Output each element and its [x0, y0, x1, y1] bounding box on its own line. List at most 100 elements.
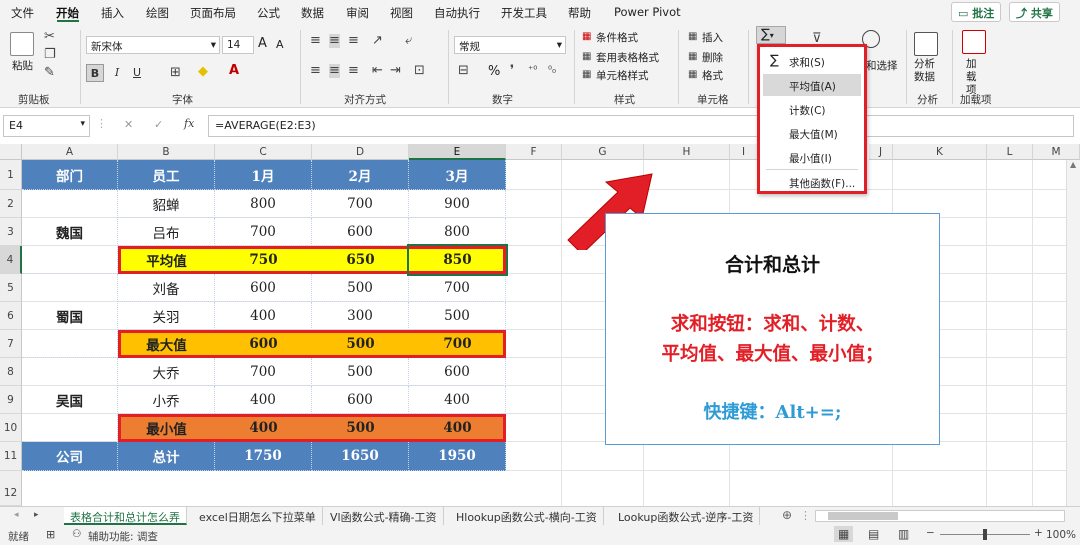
col-header-j[interactable]: J — [869, 144, 893, 160]
page-layout-view-icon[interactable]: ▤ — [868, 527, 879, 541]
menu-item-more-functions[interactable]: 其他函数(F)... — [763, 171, 861, 193]
table-cell[interactable]: 700 — [215, 218, 312, 246]
name-box[interactable]: E4 ▾ — [3, 115, 90, 137]
row-header-7[interactable]: 7 — [0, 330, 22, 358]
row-header-4[interactable]: 4 — [0, 246, 22, 274]
menu-item-count[interactable]: 计数(C) — [763, 98, 861, 120]
bold-button[interactable]: B — [86, 64, 104, 82]
total-value-cell[interactable]: 1950 — [409, 442, 506, 471]
average-value-cell[interactable]: 750 — [215, 246, 312, 274]
col-header-i[interactable]: I — [730, 144, 758, 160]
table-cell[interactable]: 600 — [409, 358, 506, 386]
prev-sheet-icon[interactable]: ◂ — [14, 510, 19, 520]
menu-automate[interactable]: 自动执行 — [434, 5, 480, 21]
analyze-data-button[interactable]: 分析数据 — [914, 58, 942, 84]
menu-review[interactable]: 审阅 — [346, 5, 369, 21]
align-right-icon[interactable]: ≡ — [348, 64, 359, 78]
col-header-a[interactable]: A — [22, 144, 118, 160]
max-value-cell[interactable]: 700 — [409, 330, 506, 358]
group-cell[interactable]: 蜀国 — [22, 274, 118, 358]
table-cell[interactable]: 900 — [409, 190, 506, 218]
table-header-cell[interactable]: 员工 — [118, 160, 215, 190]
vertical-scrollbar[interactable]: ▲ — [1066, 160, 1080, 506]
min-value-cell[interactable]: 400 — [409, 414, 506, 442]
percent-button[interactable]: % — [488, 64, 500, 79]
col-header-f[interactable]: F — [506, 144, 562, 160]
col-header-d[interactable]: D — [312, 144, 409, 160]
grow-font-button[interactable]: A — [258, 36, 267, 51]
col-header-m[interactable]: M — [1033, 144, 1080, 160]
table-cell[interactable]: 400 — [215, 302, 312, 330]
row-header-9[interactable]: 9 — [0, 386, 22, 414]
min-value-cell[interactable]: 400 — [215, 414, 312, 442]
comment-button[interactable]: ▭ 批注 — [951, 2, 1002, 22]
menu-page-layout[interactable]: 页面布局 — [190, 5, 236, 21]
menu-file[interactable]: 文件 — [11, 5, 34, 21]
max-label-cell[interactable]: 最大值 — [118, 330, 215, 358]
zoom-level[interactable]: 100% — [1046, 529, 1076, 541]
table-cell[interactable]: 刘备 — [118, 274, 215, 302]
menu-view[interactable]: 视图 — [390, 5, 413, 21]
col-header-c[interactable]: C — [215, 144, 312, 160]
underline-button[interactable]: U — [128, 64, 146, 82]
format-painter-icon[interactable]: ✎ — [44, 66, 55, 80]
menu-home[interactable]: 开始 — [56, 5, 79, 21]
menu-developer[interactable]: 开发工具 — [501, 5, 547, 21]
menu-item-min[interactable]: 最小值(I) — [763, 146, 861, 168]
number-format-select[interactable]: 常规 ▾ — [454, 36, 566, 54]
total-value-cell[interactable]: 1750 — [215, 442, 312, 471]
italic-button[interactable]: I — [108, 64, 126, 82]
sheet-tab[interactable]: Vl函数公式-精确-工资 — [324, 507, 444, 525]
font-name-select[interactable]: 新宋体 ▾ — [86, 36, 220, 54]
row-header-5[interactable]: 5 — [0, 274, 22, 302]
table-cell[interactable]: 400 — [409, 386, 506, 414]
table-cell[interactable]: 700 — [312, 190, 409, 218]
merge-icon[interactable]: ⊡ — [414, 64, 425, 78]
table-cell[interactable]: 400 — [215, 386, 312, 414]
increase-decimal-icon[interactable]: ⁺⁰ — [528, 64, 537, 78]
table-cell[interactable]: 大乔 — [118, 358, 215, 386]
max-value-cell[interactable]: 600 — [215, 330, 312, 358]
scroll-up-icon[interactable]: ▲ — [1070, 160, 1076, 169]
col-header-l[interactable]: L — [987, 144, 1033, 160]
group-cell[interactable]: 吴国 — [22, 358, 118, 442]
table-cell[interactable]: 800 — [409, 218, 506, 246]
align-middle-icon[interactable]: ≡ — [329, 34, 340, 48]
total-value-cell[interactable]: 1650 — [312, 442, 409, 471]
table-cell[interactable]: 吕布 — [118, 218, 215, 246]
table-cell[interactable]: 小乔 — [118, 386, 215, 414]
table-cell[interactable]: 500 — [409, 302, 506, 330]
table-cell[interactable]: 貂蝉 — [118, 190, 215, 218]
table-cell[interactable]: 700 — [215, 358, 312, 386]
table-header-cell[interactable]: 1月 — [215, 160, 312, 190]
page-break-view-icon[interactable]: ▥ — [898, 527, 909, 541]
max-value-cell[interactable]: 500 — [312, 330, 409, 358]
scrollbar-thumb[interactable] — [828, 512, 898, 520]
conditional-format-button[interactable]: 条件格式 — [596, 30, 638, 45]
more-options-icon[interactable]: ⋮ — [96, 117, 107, 130]
fill-color-icon[interactable]: ◆ — [198, 65, 208, 79]
paste-label[interactable]: 粘贴 — [12, 58, 33, 73]
row-header-6[interactable]: 6 — [0, 302, 22, 330]
row-header-12[interactable]: 12 — [0, 471, 22, 506]
sheet-tab[interactable]: Lookup函数公式-逆序-工资 — [612, 507, 761, 525]
share-button[interactable]: ⤴ 共享 — [1009, 2, 1060, 22]
row-header-2[interactable]: 2 — [0, 190, 22, 218]
align-top-icon[interactable]: ≡ — [310, 34, 321, 48]
accounting-icon[interactable]: ⊟ — [458, 64, 469, 78]
row-header-10[interactable]: 10 — [0, 414, 22, 442]
align-bottom-icon[interactable]: ≡ — [348, 34, 359, 48]
align-left-icon[interactable]: ≡ — [310, 64, 321, 78]
table-cell[interactable]: 600 — [215, 274, 312, 302]
menu-data[interactable]: 数据 — [301, 5, 324, 21]
total-label-cell[interactable]: 公司 — [22, 442, 118, 471]
zoom-in-icon[interactable]: + — [1034, 527, 1043, 539]
decrease-indent-icon[interactable]: ⇤ — [372, 64, 383, 78]
align-center-icon[interactable]: ≡ — [329, 64, 340, 78]
format-table-button[interactable]: 套用表格格式 — [596, 50, 659, 65]
addins-icon[interactable] — [962, 30, 986, 54]
zoom-slider-thumb[interactable] — [983, 529, 987, 540]
zoom-out-icon[interactable]: − — [926, 527, 935, 539]
font-size-select[interactable]: 14 — [222, 36, 254, 54]
analyze-data-icon[interactable] — [914, 32, 938, 56]
